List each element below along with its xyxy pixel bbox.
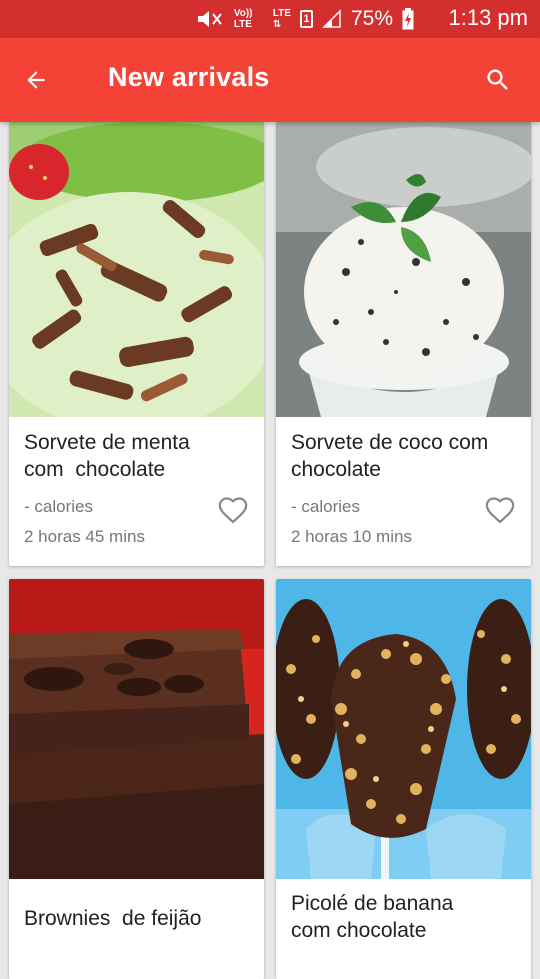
favorite-button[interactable] xyxy=(216,493,250,527)
recipe-title: Brownies de feijão xyxy=(24,907,202,930)
lte-label: LTE xyxy=(272,8,291,19)
recipe-photo-brownies xyxy=(9,579,264,879)
recipe-photo-banana-pops xyxy=(276,579,531,879)
arrow-back-icon xyxy=(27,71,45,89)
recipe-card[interactable]: Sorvete de coco com chocolate - calories… xyxy=(276,122,531,566)
lte-indicator: LTE ⇅ xyxy=(273,8,291,30)
recipe-calories: - calories xyxy=(291,497,360,516)
mute-icon xyxy=(197,11,222,27)
volte-indicator: Vo)) LTE xyxy=(233,8,253,30)
recipe-card[interactable]: Picolé de banana com chocolate xyxy=(276,579,531,979)
heart-outline-icon xyxy=(218,497,248,524)
recipe-calories: - calories xyxy=(24,497,93,516)
search-button[interactable] xyxy=(476,58,520,102)
sim-slot-badge: 1 xyxy=(299,10,313,28)
recipe-card[interactable]: Sorvete de menta com chocolate - calorie… xyxy=(9,122,264,566)
favorite-button[interactable] xyxy=(483,493,517,527)
app-bar: New arrivals xyxy=(0,38,540,122)
signal-icon xyxy=(322,9,341,28)
recipe-time: 2 horas 10 mins xyxy=(291,527,412,546)
battery-percent: 75% xyxy=(350,7,393,30)
recipe-photo-mint-chocolate xyxy=(9,122,264,417)
data-arrows-icon: ⇅ xyxy=(272,19,282,30)
back-button[interactable] xyxy=(14,58,58,102)
recipe-title: Sorvete de coco com chocolate xyxy=(291,431,489,481)
page-title: New arrivals xyxy=(108,62,270,92)
status-bar: Vo)) LTE LTE ⇅ 1 75% 1:13 pm xyxy=(0,0,540,38)
recipe-title: Sorvete de menta com chocolate xyxy=(24,431,190,481)
recipe-photo-coconut-chocolate xyxy=(276,122,531,417)
heart-outline-icon xyxy=(485,497,515,524)
recipe-card[interactable]: Brownies de feijão xyxy=(9,579,264,979)
battery-charging-icon xyxy=(402,8,414,30)
clock: 1:13 pm xyxy=(448,5,529,30)
recipe-grid: Sorvete de menta com chocolate - calorie… xyxy=(0,122,540,979)
recipe-time: 2 horas 45 mins xyxy=(24,527,145,546)
recipe-title: Picolé de banana com chocolate xyxy=(291,892,454,942)
status-icons: Vo)) LTE LTE ⇅ 1 75% xyxy=(195,6,414,32)
search-icon xyxy=(487,69,508,90)
